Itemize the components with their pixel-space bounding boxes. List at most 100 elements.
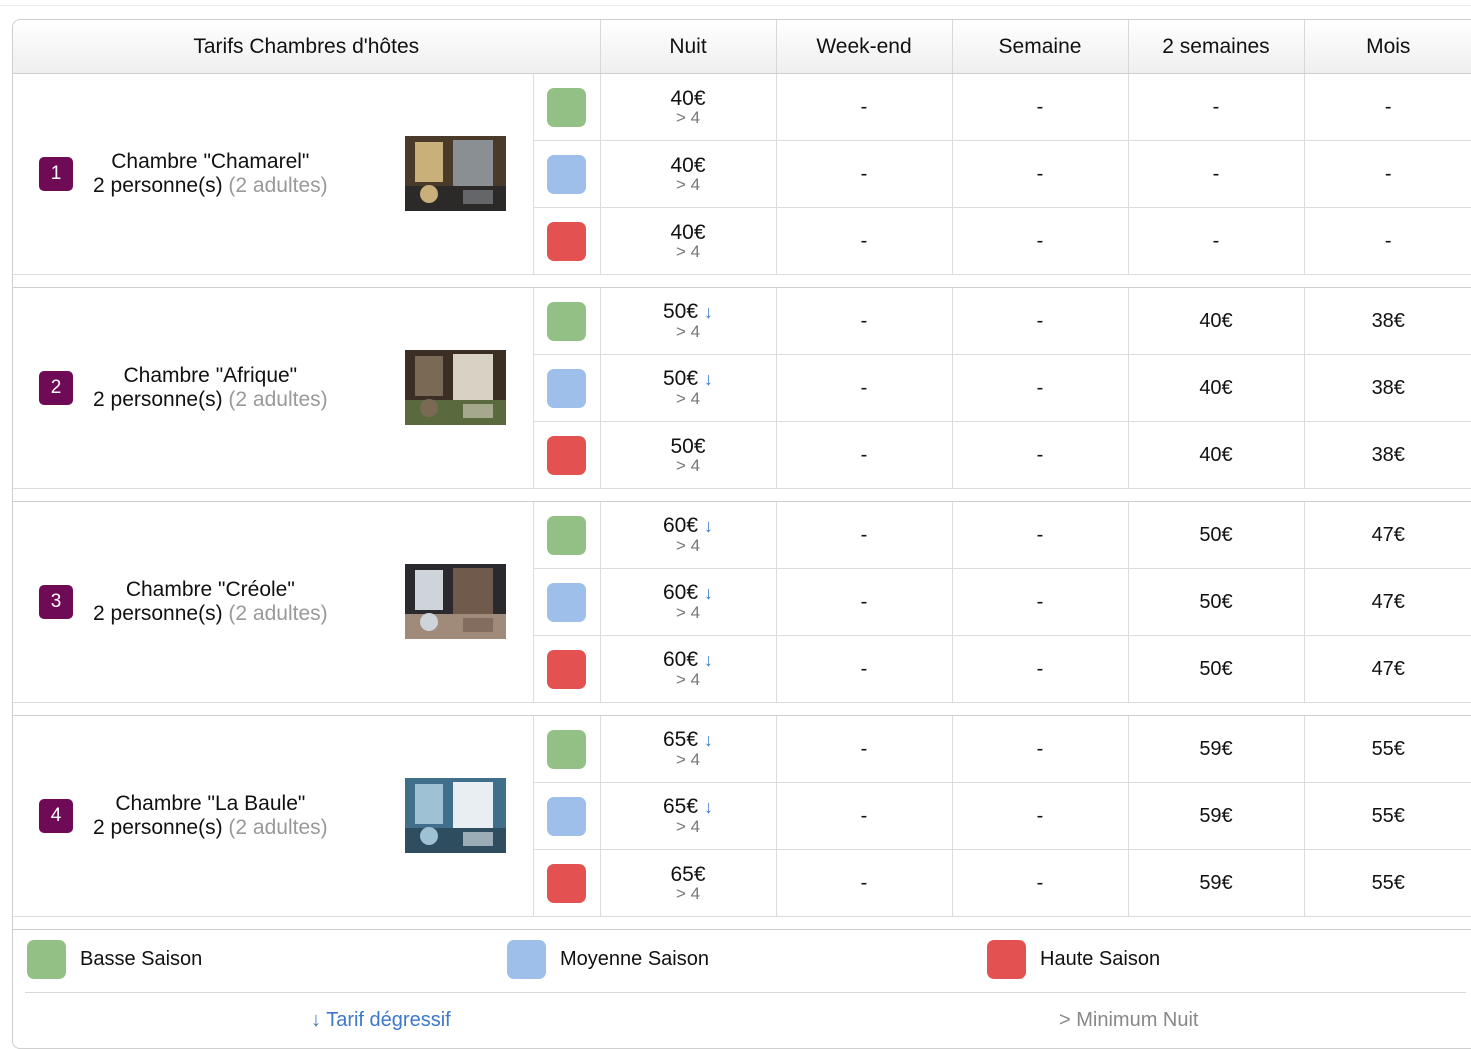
price-mois: - bbox=[1304, 73, 1471, 141]
price-2-semaines: - bbox=[1128, 73, 1305, 141]
price-nuit-cell: 65€ > 4 bbox=[600, 849, 777, 917]
room-adults: (2 adultes) bbox=[228, 174, 328, 197]
room-title[interactable]: Chambre "Créole" 2 personne(s) (2 adultes… bbox=[93, 578, 328, 626]
room-cell: 3 Chambre "Créole" 2 personne(s) (2 adulte… bbox=[13, 501, 534, 703]
room-title[interactable]: Chambre "La Baule" 2 personne(s) (2 adult… bbox=[93, 792, 328, 840]
price-semaine: - bbox=[952, 207, 1129, 275]
separator-cell bbox=[13, 702, 1471, 716]
table-row: 3 Chambre "Créole" 2 personne(s) (2 adulte… bbox=[13, 501, 1471, 703]
price-mois: 38€ bbox=[1304, 287, 1471, 355]
price-semaine: - bbox=[952, 354, 1129, 422]
room-name[interactable]: Chambre "Créole" bbox=[126, 578, 295, 601]
price-nuit: 65€ ↓ bbox=[601, 796, 776, 818]
table-header-row: Tarifs Chambres d'hôtes Nuit Week-end Se… bbox=[13, 20, 1471, 74]
price-value: 65€ bbox=[662, 728, 699, 751]
price-nuit: 40€ bbox=[601, 88, 776, 109]
price-value: 50€ bbox=[670, 434, 706, 458]
legend-label: Haute Saison bbox=[1040, 948, 1161, 970]
price-value: 40€ bbox=[670, 86, 706, 110]
room-separator bbox=[13, 916, 1471, 930]
season-cell bbox=[533, 782, 601, 850]
price-value: 50€ bbox=[662, 300, 699, 323]
separator-cell bbox=[13, 488, 1471, 502]
table-title: Tarifs Chambres d'hôtes bbox=[13, 20, 601, 74]
room-capacity: 2 personne(s) bbox=[93, 602, 223, 625]
price-nuit: 60€ ↓ bbox=[601, 649, 776, 671]
room-photo[interactable] bbox=[405, 136, 506, 211]
season-cell bbox=[533, 287, 601, 355]
column-header-mois: Mois bbox=[1304, 20, 1471, 74]
price-mois: 55€ bbox=[1304, 782, 1471, 850]
degressive-arrow-icon: ↓ bbox=[704, 302, 714, 322]
minimum-nights: > 4 bbox=[675, 455, 701, 475]
price-weekend: - bbox=[776, 782, 953, 850]
price-2-semaines: - bbox=[1128, 140, 1305, 208]
price-value: 50€ bbox=[662, 367, 699, 390]
minimum-nights: > 4 bbox=[675, 107, 701, 127]
room-separator bbox=[13, 274, 1471, 288]
room-title[interactable]: Chambre "Afrique" 2 personne(s) (2 adulte… bbox=[93, 364, 328, 412]
price-value: 65€ bbox=[670, 862, 706, 886]
room-name[interactable]: Chambre "La Baule" bbox=[115, 792, 305, 815]
price-value: 60€ bbox=[662, 648, 699, 671]
room-name[interactable]: Chambre "Afrique" bbox=[123, 364, 297, 387]
room-photo[interactable] bbox=[405, 564, 506, 639]
room-photo[interactable] bbox=[405, 350, 506, 425]
price-2-semaines: 40€ bbox=[1128, 354, 1305, 422]
price-mois: 38€ bbox=[1304, 354, 1471, 422]
degressive-arrow-icon: ↓ bbox=[704, 516, 714, 536]
price-weekend: - bbox=[776, 568, 953, 636]
legend-basse-saison: Basse Saison bbox=[27, 940, 202, 980]
room-photo[interactable] bbox=[405, 778, 506, 853]
column-header-weekend: Week-end bbox=[776, 20, 953, 74]
price-semaine: - bbox=[952, 715, 1129, 783]
price-weekend: - bbox=[776, 849, 953, 917]
table-row: 4 Chambre "La Baule" 2 personne(s) (2 adul… bbox=[13, 715, 1471, 917]
room-title[interactable]: Chambre "Chamarel" 2 personne(s) (2 adult… bbox=[93, 150, 328, 198]
table-row: 2 Chambre "Afrique" 2 personne(s) (2 adult… bbox=[13, 287, 1471, 489]
note-tarif-degressif: ↓ Tarif dégressif bbox=[311, 1009, 451, 1031]
price-nuit: 50€ ↓ bbox=[601, 368, 776, 390]
minimum-nights: > 4 bbox=[675, 241, 701, 261]
room-cell: 1 Chambre "Chamarel" 2 personne(s) (2 adul… bbox=[13, 73, 534, 275]
legend-moyenne-saison: Moyenne Saison bbox=[507, 940, 709, 980]
price-nuit-cell: 40€ > 4 bbox=[600, 73, 777, 141]
column-header-2-semaines: 2 semaines bbox=[1128, 20, 1305, 74]
price-2-semaines: 50€ bbox=[1128, 568, 1305, 636]
room-info: 3 Chambre "Créole" 2 personne(s) (2 adulte… bbox=[13, 502, 533, 702]
room-number-badge: 1 bbox=[39, 157, 73, 191]
price-semaine: - bbox=[952, 568, 1129, 636]
price-mois: 47€ bbox=[1304, 501, 1471, 569]
minimum-nights: > 4 bbox=[675, 670, 701, 689]
price-nuit: 40€ bbox=[601, 222, 776, 243]
room-name[interactable]: Chambre "Chamarel" bbox=[111, 150, 309, 173]
rates-table: Tarifs Chambres d'hôtes Nuit Week-end Se… bbox=[13, 20, 1471, 930]
price-2-semaines: - bbox=[1128, 207, 1305, 275]
price-mois: 55€ bbox=[1304, 715, 1471, 783]
price-2-semaines: 59€ bbox=[1128, 715, 1305, 783]
minimum-nights: > 4 bbox=[675, 750, 701, 769]
price-nuit: 65€ ↓ bbox=[601, 729, 776, 751]
price-2-semaines: 50€ bbox=[1128, 635, 1305, 703]
degressive-arrow-icon: ↓ bbox=[704, 583, 714, 603]
red-swatch-icon bbox=[547, 863, 586, 903]
room-adults: (2 adultes) bbox=[228, 816, 328, 839]
season-cell bbox=[533, 140, 601, 208]
blue-swatch-icon bbox=[507, 940, 546, 980]
column-header-nuit: Nuit bbox=[600, 20, 777, 74]
room-adults: (2 adultes) bbox=[228, 602, 328, 625]
green-swatch-icon bbox=[547, 87, 586, 127]
green-swatch-icon bbox=[547, 729, 586, 769]
column-header-semaine: Semaine bbox=[952, 20, 1129, 74]
green-swatch-icon bbox=[547, 301, 586, 341]
red-swatch-icon bbox=[547, 435, 586, 475]
price-nuit-cell: 40€ > 4 bbox=[600, 140, 777, 208]
room-separator bbox=[13, 488, 1471, 502]
price-mois: 55€ bbox=[1304, 849, 1471, 917]
price-value: 40€ bbox=[670, 220, 706, 244]
price-value: 65€ bbox=[662, 795, 699, 818]
price-nuit: 50€ bbox=[601, 436, 776, 457]
separator-cell bbox=[13, 916, 1471, 930]
blue-swatch-icon bbox=[547, 154, 586, 194]
season-cell bbox=[533, 715, 601, 783]
